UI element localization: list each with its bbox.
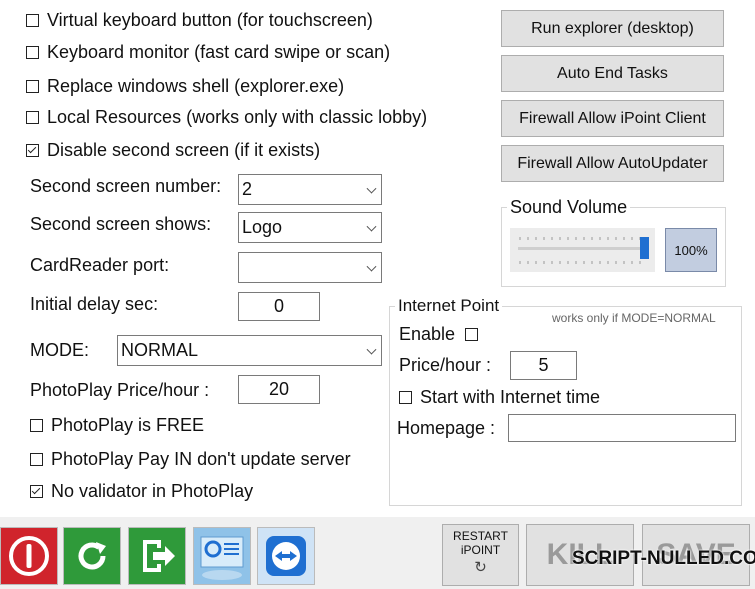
second-screen-number-label: Second screen number:: [30, 176, 222, 196]
internet-price-value: 5: [538, 355, 549, 375]
teamviewer-icon: [266, 536, 306, 576]
checkbox-box[interactable]: [465, 328, 479, 341]
volume-slider[interactable]: [510, 228, 655, 272]
second-screen-shows-value: Logo: [242, 217, 283, 237]
cardreader-port-select[interactable]: [238, 252, 382, 283]
checkbox-box[interactable]: [26, 144, 39, 157]
cardreader-port-label: CardReader port:: [30, 255, 170, 275]
replace-shell-checkbox[interactable]: Replace windows shell (explorer.exe): [26, 76, 344, 97]
homepage-label: Homepage :: [397, 418, 496, 438]
internet-price-label: Price/hour :: [399, 355, 492, 375]
chevron-down-icon: [366, 183, 377, 194]
disable-second-screen-label: Disable second screen (if it exists): [47, 140, 321, 160]
local-resources-checkbox[interactable]: Local Resources (works only with classic…: [26, 107, 427, 128]
keyboard-monitor-label: Keyboard monitor (fast card swipe or sca…: [47, 42, 391, 62]
checkbox-box[interactable]: [26, 111, 39, 124]
power-button[interactable]: [0, 527, 58, 585]
mode-label: MODE:: [30, 340, 90, 360]
firewall-allow-autoupdater-button[interactable]: Firewall Allow AutoUpdater: [501, 145, 724, 182]
volume-percent: 100%: [665, 228, 717, 272]
initial-delay-value: 0: [273, 296, 284, 316]
control-panel-button[interactable]: [193, 527, 251, 585]
checkbox-box[interactable]: [26, 14, 39, 27]
photoplay-price-value: 20: [268, 379, 290, 399]
start-internet-time-checkbox[interactable]: Start with Internet time: [399, 387, 600, 408]
restart-label-line2: iPOINT: [460, 543, 501, 557]
start-internet-time-label: Start with Internet time: [420, 387, 601, 407]
virtual-keyboard-label: Virtual keyboard button (for touchscreen…: [47, 10, 373, 30]
photoplay-pay-in-label: PhotoPlay Pay IN don't update server: [51, 449, 351, 469]
firewall-allow-ipoint-button[interactable]: Firewall Allow iPoint Client: [501, 100, 724, 137]
exit-button[interactable]: [128, 527, 186, 585]
internet-price-input[interactable]: 5: [510, 351, 577, 380]
local-resources-label: Local Resources (works only with classic…: [47, 107, 428, 127]
photoplay-price-input[interactable]: 20: [238, 375, 320, 404]
replace-shell-label: Replace windows shell (explorer.exe): [47, 76, 345, 96]
initial-delay-label: Initial delay sec:: [30, 294, 159, 314]
second-screen-number-value: 2: [242, 179, 253, 199]
power-icon: [9, 536, 49, 576]
refresh-icon: [78, 542, 106, 570]
control-panel-icon: [200, 536, 244, 580]
refresh-button[interactable]: [63, 527, 121, 585]
restart-label-line1: RESTART: [453, 529, 508, 543]
exit-arrow-icon: [143, 540, 175, 572]
photoplay-pay-in-checkbox[interactable]: PhotoPlay Pay IN don't update server: [30, 449, 351, 470]
refresh-small-icon: ↻: [474, 559, 487, 576]
internet-point-title: Internet Point: [395, 296, 503, 316]
second-screen-shows-label: Second screen shows:: [30, 214, 212, 234]
sound-volume-title: Sound Volume: [507, 197, 631, 218]
homepage-input[interactable]: [508, 414, 736, 442]
internet-point-note: works only if MODE=NORMAL: [552, 311, 716, 325]
no-validator-checkbox[interactable]: No validator in PhotoPlay: [30, 481, 253, 502]
checkbox-box[interactable]: [26, 46, 39, 59]
photoplay-price-label: PhotoPlay Price/hour :: [30, 380, 210, 400]
internet-enable-checkbox[interactable]: Enable: [399, 324, 479, 345]
no-validator-label: No validator in PhotoPlay: [51, 481, 254, 501]
mode-select[interactable]: NORMAL: [117, 335, 382, 366]
mode-value: NORMAL: [121, 340, 199, 360]
teamviewer-button[interactable]: [257, 527, 315, 585]
run-explorer-button[interactable]: Run explorer (desktop): [501, 10, 724, 47]
checkbox-box[interactable]: [26, 80, 39, 93]
checkbox-box[interactable]: [30, 485, 43, 498]
checkbox-box[interactable]: [399, 391, 412, 404]
chevron-down-icon: [366, 221, 377, 232]
watermark-text: SCRIPT-NULLED.CO: [572, 548, 755, 569]
restart-ipoint-button[interactable]: RESTART iPOINT ↻: [442, 524, 519, 586]
checkbox-box[interactable]: [30, 453, 43, 466]
chevron-down-icon: [366, 261, 377, 272]
photoplay-free-checkbox[interactable]: PhotoPlay is FREE: [30, 415, 204, 436]
volume-slider-track: [518, 237, 649, 264]
initial-delay-input[interactable]: 0: [238, 292, 320, 321]
keyboard-monitor-checkbox[interactable]: Keyboard monitor (fast card swipe or sca…: [26, 42, 390, 63]
chevron-down-icon: [366, 344, 377, 355]
second-screen-shows-select[interactable]: Logo: [238, 212, 382, 243]
auto-end-tasks-button[interactable]: Auto End Tasks: [501, 55, 724, 92]
internet-enable-label: Enable: [399, 324, 456, 344]
checkbox-box[interactable]: [30, 419, 43, 432]
volume-slider-thumb[interactable]: [640, 237, 649, 259]
disable-second-screen-checkbox[interactable]: Disable second screen (if it exists): [26, 140, 320, 161]
second-screen-number-select[interactable]: 2: [238, 174, 382, 205]
photoplay-free-label: PhotoPlay is FREE: [51, 415, 205, 435]
virtual-keyboard-checkbox[interactable]: Virtual keyboard button (for touchscreen…: [26, 10, 373, 31]
